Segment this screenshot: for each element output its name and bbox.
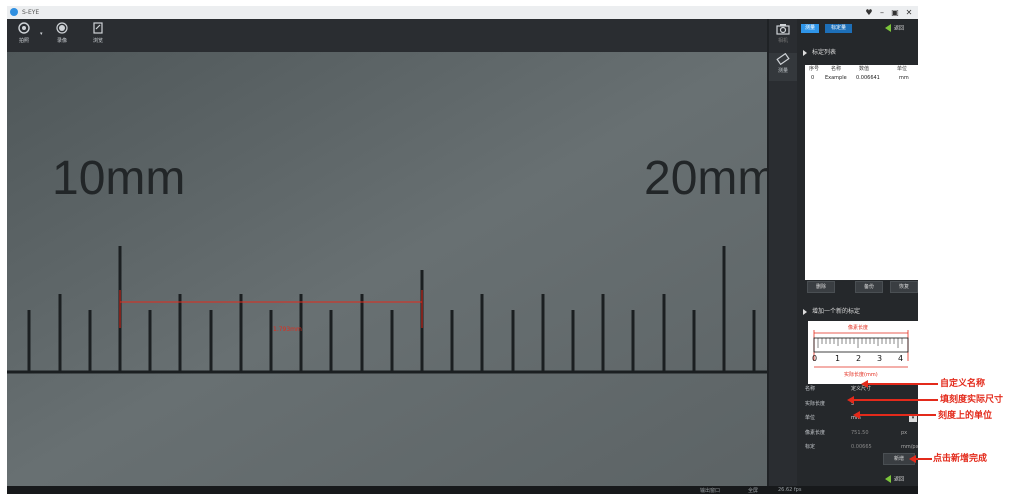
scale-label-20mm: 20mm <box>644 152 767 205</box>
ruler-diagram: 像素长度 0 1 2 3 4 实际长度(mm) <box>812 324 909 378</box>
annotation-click-new: 点击新增完成 <box>933 454 988 464</box>
table-row[interactable]: 0 Example 0.006641 mm <box>805 74 918 83</box>
annotation-arrow-4 <box>914 458 932 460</box>
annotation-arrow-2 <box>852 399 938 401</box>
pixel-length-unit: px <box>901 430 908 436</box>
actual-length-row: 实际长度 5 <box>805 400 918 409</box>
row-unit: mm <box>899 75 909 81</box>
annotation-unit-on-scale: 刻度上的单位 <box>938 411 993 421</box>
back-label-bottom: 返回 <box>894 476 905 483</box>
back-label-top: 返回 <box>894 25 905 32</box>
calibration-list-header[interactable]: 标定列表 <box>803 47 836 56</box>
ruler-image: 10mm 20mm 1.793mm <box>7 52 767 486</box>
record-button[interactable]: 录像 <box>49 22 75 50</box>
capture-label: 拍照 <box>18 38 29 44</box>
record-icon <box>56 22 68 34</box>
diagram-tick-0: 0 <box>812 354 817 363</box>
diagram-tick-2: 2 <box>856 354 861 363</box>
title-bar: S-EYE ♥ – ▣ ✕ <box>7 6 918 19</box>
col-unit: 单位 <box>897 66 908 72</box>
delete-button[interactable]: 删除 <box>807 281 835 293</box>
annotation-arrowhead-1 <box>861 380 868 388</box>
back-arrow-icon <box>885 24 891 32</box>
diagram-tick-1: 1 <box>835 354 840 363</box>
capture-button[interactable]: 拍照 <box>11 22 37 50</box>
fullscreen-toggle[interactable]: 全屏 <box>748 487 758 494</box>
camera-viewport[interactable]: 10mm 20mm 1.793mm <box>7 52 767 486</box>
restore-button[interactable]: 恢复 <box>890 281 918 293</box>
diagram-actual-length-label: 实际长度(mm) <box>844 371 878 378</box>
actual-length-label: 实际长度 <box>805 401 826 407</box>
calibration-list-title: 标定列表 <box>812 49 837 56</box>
diagram-tick-3: 3 <box>877 354 882 363</box>
side-mode-strip: 相机 测量 <box>769 19 797 486</box>
close-button[interactable]: ✕ <box>903 7 915 18</box>
row-name: Example <box>825 75 847 81</box>
record-label: 录像 <box>56 38 67 44</box>
col-name: 名称 <box>831 66 842 72</box>
add-calibration-title: 增加一个新的标定 <box>812 308 861 315</box>
calibration-value: 0.00665 <box>851 444 872 450</box>
calibration-label: 标定 <box>805 444 816 450</box>
backup-button[interactable]: 备份 <box>855 281 883 293</box>
toolbar: 拍照 ▾ 录像 浏览 <box>7 19 767 52</box>
app-window: S-EYE ♥ – ▣ ✕ 拍照 ▾ 录像 浏览 10mm 20mm 1.793… <box>7 6 918 494</box>
capture-dropdown-icon[interactable]: ▾ <box>40 31 43 37</box>
output-window-toggle[interactable]: 输出窗口 <box>700 487 720 494</box>
col-value: 数值 <box>859 66 870 72</box>
calibration-row: 标定 0.00665 mm/px <box>805 443 918 452</box>
fps-readout: 26.62 fps <box>778 487 802 493</box>
add-calibration-header[interactable]: 增加一个新的标定 <box>803 306 860 315</box>
expand-arrow-icon <box>803 308 807 315</box>
name-label: 名称 <box>805 386 816 392</box>
calibration-table[interactable]: 序号 名称 数值 单位 0 Example 0.006641 mm <box>805 65 918 280</box>
annotation-arrowhead-2 <box>847 396 854 404</box>
camera-mode-label: 相机 <box>777 38 788 44</box>
unit-dropdown-icon[interactable]: ▾ <box>909 415 917 422</box>
scale-label-10mm: 10mm <box>52 152 185 205</box>
unit-label: 单位 <box>805 415 816 421</box>
status-bar: 输出窗口 全屏 26.62 fps <box>7 486 918 494</box>
col-index: 序号 <box>809 66 820 72</box>
back-button-top[interactable]: 返回 <box>885 24 904 33</box>
annotation-custom-name: 自定义名称 <box>940 379 986 389</box>
app-title: S-EYE <box>22 9 40 16</box>
measure-mode-button[interactable]: 测量 <box>769 52 797 81</box>
annotation-arrow-1 <box>866 383 938 385</box>
camera-mode-button[interactable]: 相机 <box>769 23 797 44</box>
aperture-icon <box>18 22 30 34</box>
breadcrumb-measure[interactable]: 测量 <box>801 24 820 33</box>
row-value: 0.006641 <box>856 75 880 81</box>
pixel-length-row: 像素长度 751.50 px <box>805 429 918 438</box>
app-logo-icon <box>10 8 18 16</box>
minimize-button[interactable]: – <box>876 7 888 18</box>
breadcrumb-calibration[interactable]: 标定量 <box>825 24 853 33</box>
back-arrow-icon <box>885 475 891 483</box>
table-header: 序号 名称 数值 单位 <box>805 65 918 74</box>
calibration-unit: mm/px <box>901 444 918 450</box>
measurement-value: 1.793mm <box>273 326 302 333</box>
restore-button[interactable]: ▣ <box>889 7 901 18</box>
back-button-bottom[interactable]: 返回 <box>885 475 904 484</box>
measure-mode-label: 测量 <box>777 68 788 74</box>
annotation-fill-actual: 填刻度实际尺寸 <box>940 395 1004 405</box>
browse-button[interactable]: 浏览 <box>85 22 111 50</box>
calibration-diagram: 像素长度 0 1 2 3 4 实际长度(mm) <box>808 321 918 384</box>
expand-arrow-icon <box>803 49 807 56</box>
diagram-pixel-length-label: 像素长度 <box>848 324 868 331</box>
pixel-length-value: 751.50 <box>851 430 869 436</box>
pin-icon[interactable]: ♥ <box>863 7 875 18</box>
browse-label: 浏览 <box>92 38 103 44</box>
annotation-arrowhead-3 <box>853 411 860 419</box>
pixel-length-label: 像素长度 <box>805 430 826 436</box>
diagram-tick-4: 4 <box>898 354 903 363</box>
row-index: 0 <box>811 75 815 81</box>
camera-icon <box>776 24 790 35</box>
folder-browse-icon <box>93 22 103 34</box>
ruler-icon <box>776 52 790 66</box>
annotation-arrow-3 <box>858 414 936 416</box>
annotation-arrowhead-4 <box>909 455 916 463</box>
